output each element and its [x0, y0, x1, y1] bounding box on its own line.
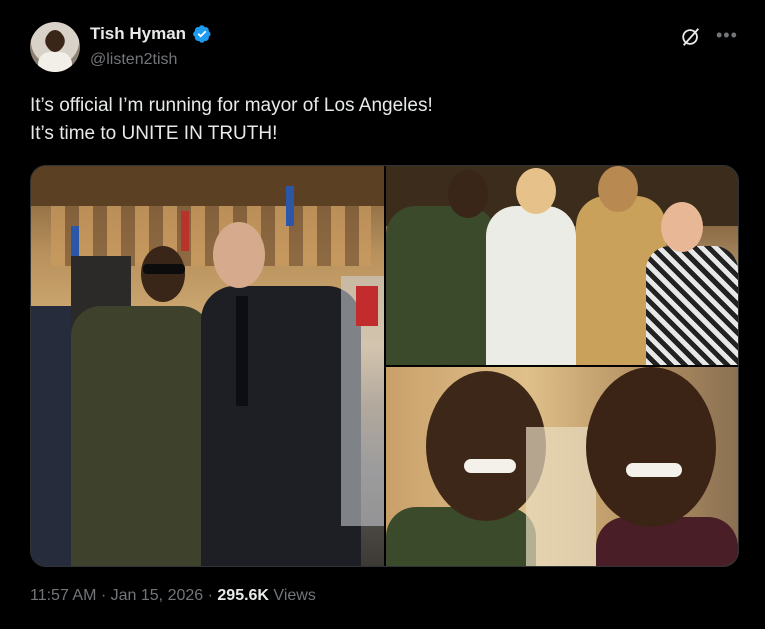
verified-badge-icon [193, 25, 211, 43]
views-label: Views [268, 587, 316, 604]
woman-suit-shape [386, 507, 536, 566]
white-jacket-shape [486, 206, 576, 365]
blonde-head-shape [516, 168, 556, 214]
woman-suit-shape [71, 306, 211, 566]
avatar-face [46, 30, 64, 52]
tweet-text-line: It’s time to UNITE IN TRUTH! [30, 123, 278, 144]
flag-shape [286, 186, 294, 226]
tweet-time[interactable]: 11:57 AM [30, 587, 96, 604]
author-handle[interactable]: @listen2tish [90, 51, 177, 69]
separator: · [96, 587, 111, 604]
man-face-shape [586, 367, 716, 527]
tweet-text: It’s official I’m running for mayor of L… [30, 92, 433, 148]
photo-2[interactable] [386, 166, 738, 365]
man-suit-shape [201, 286, 361, 566]
tweet-text-line: It’s official I’m running for mayor of L… [30, 95, 433, 116]
tweet-date[interactable]: Jan 15, 2026 [111, 587, 204, 604]
avatar[interactable] [30, 22, 80, 72]
author-name[interactable]: Tish Hyman [90, 24, 186, 44]
views-count[interactable]: 295.6K [217, 587, 269, 604]
flag-shape [181, 211, 189, 251]
woman-head-shape [141, 246, 185, 302]
media-grid [30, 165, 739, 567]
tweet[interactable]: Tish Hyman @listen2tish ••• It’s officia… [0, 0, 765, 629]
ceiling-shape [31, 166, 384, 206]
more-icon[interactable]: ••• [716, 25, 738, 46]
man-head-shape [213, 222, 265, 288]
houndstooth-jacket-shape [646, 246, 738, 365]
tweet-meta: 11:57 AM · Jan 15, 2026 · 295.6K Views [30, 587, 316, 605]
woman-head-shape [448, 170, 488, 218]
separator: · [203, 587, 218, 604]
smile-shape [626, 463, 682, 477]
woman-suit-shape [386, 206, 496, 365]
photo-3[interactable] [386, 367, 738, 566]
sunglasses-shape [143, 264, 185, 274]
head-shape [598, 166, 638, 212]
photo-1[interactable] [31, 166, 384, 566]
person-red-shape [356, 286, 378, 326]
head-shape [661, 202, 703, 252]
smile-shape [464, 459, 516, 473]
avatar-body [38, 52, 72, 72]
author-name-row: Tish Hyman [90, 24, 212, 44]
grok-icon[interactable] [680, 26, 702, 48]
tie-shape [236, 296, 248, 406]
